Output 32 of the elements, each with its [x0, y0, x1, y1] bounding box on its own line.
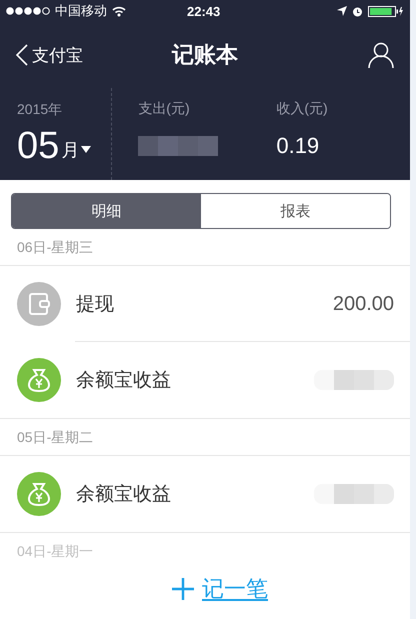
transaction-row[interactable]: 余额宝收益	[0, 456, 410, 533]
date-header: 04日-星期一	[16, 542, 94, 561]
carrier-name: 中国移动	[55, 2, 107, 20]
date-header: 05日-星期二	[0, 419, 410, 456]
date-header: 06日-星期三	[0, 229, 410, 266]
transaction-name: 余额宝收益	[76, 483, 172, 507]
money-bag-icon	[17, 472, 61, 516]
year-label: 2015年	[17, 100, 64, 118]
signal-icon	[6, 7, 50, 15]
expense-label: 支出(元)	[138, 100, 191, 118]
transaction-name: 余额宝收益	[76, 369, 172, 393]
user-icon	[368, 42, 394, 68]
status-time: 22:43	[187, 4, 222, 18]
battery-icon	[368, 6, 404, 16]
wifi-icon	[112, 6, 126, 16]
transaction-name: 提现	[76, 293, 115, 317]
back-icon	[16, 44, 28, 66]
plus-icon	[172, 578, 194, 600]
transaction-row[interactable]: 余额宝收益	[0, 342, 410, 419]
month-selector[interactable]: 05 月	[17, 124, 112, 168]
tab[interactable]: 明细	[12, 194, 201, 228]
back-button[interactable]: 支付宝	[16, 44, 116, 66]
transaction-row[interactable]: 提现 200.00	[0, 266, 410, 342]
income-amount: 0.19	[276, 132, 320, 160]
dropdown-icon	[81, 146, 92, 154]
transaction-amount: 200.00	[332, 292, 394, 316]
alarm-icon	[352, 6, 363, 16]
page-title: 记账本	[172, 41, 238, 69]
location-icon	[337, 6, 347, 16]
wallet-icon	[17, 282, 61, 326]
money-bag-icon	[17, 358, 61, 402]
income-label: 收入(元)	[276, 100, 329, 118]
